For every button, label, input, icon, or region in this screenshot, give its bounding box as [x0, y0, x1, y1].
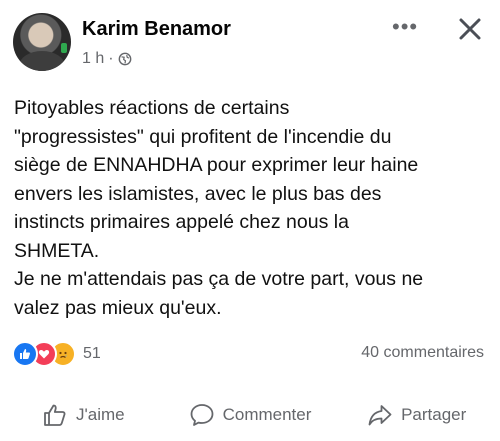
share-arrow-icon	[368, 405, 392, 426]
post-text-line: Pitoyables réactions de certains	[14, 97, 290, 119]
post-time[interactable]: 1 h	[82, 50, 104, 68]
post-text-line: siège de ENNAHDHA pour exprimer leur hai…	[14, 154, 419, 176]
globe-icon[interactable]	[118, 52, 132, 66]
post-actions-bar: J'aime Commenter Partager	[0, 393, 500, 437]
share-button[interactable]: Partager	[333, 393, 500, 437]
more-options-button[interactable]: •••	[392, 16, 418, 38]
post-text-line: Je ne m'attendais pas ça de votre part, …	[14, 268, 424, 290]
meta-separator: ·	[108, 50, 114, 67]
avatar-accent	[61, 43, 67, 53]
reactions-count[interactable]: 51	[83, 345, 101, 363]
like-label: J'aime	[76, 405, 125, 424]
like-button[interactable]: J'aime	[0, 393, 167, 437]
comments-count[interactable]: 40 commentaires	[361, 344, 484, 362]
comment-bubble-icon	[190, 404, 213, 426]
like-reaction-icon	[12, 341, 38, 367]
author-name[interactable]: Karim Benamor	[82, 18, 231, 41]
reactions-summary[interactable]: 51	[12, 341, 101, 367]
avatar-figure	[19, 51, 65, 71]
comment-button[interactable]: Commenter	[167, 393, 334, 437]
post-text-line: instincts primaires appelé chez nous la	[14, 211, 349, 233]
comment-label: Commenter	[222, 405, 312, 424]
post-text-line: envers les islamistes, avec le plus bas …	[14, 182, 382, 205]
thumbs-up-icon	[44, 404, 66, 426]
avatar[interactable]	[13, 13, 71, 71]
post-meta: 1 h ·	[82, 50, 132, 68]
post-header: Karim Benamor 1 h · •••	[0, 0, 500, 80]
post-body: Pitoyables réactions de certains "progre…	[14, 94, 489, 322]
post-text-line: SHMETA.	[14, 239, 100, 262]
share-label: Partager	[401, 405, 467, 424]
post-text-line: "progressistes" qui profitent de l'incen…	[14, 125, 392, 148]
post-text-line: valez pas mieux qu'eux.	[14, 296, 222, 319]
close-icon[interactable]	[455, 14, 485, 44]
